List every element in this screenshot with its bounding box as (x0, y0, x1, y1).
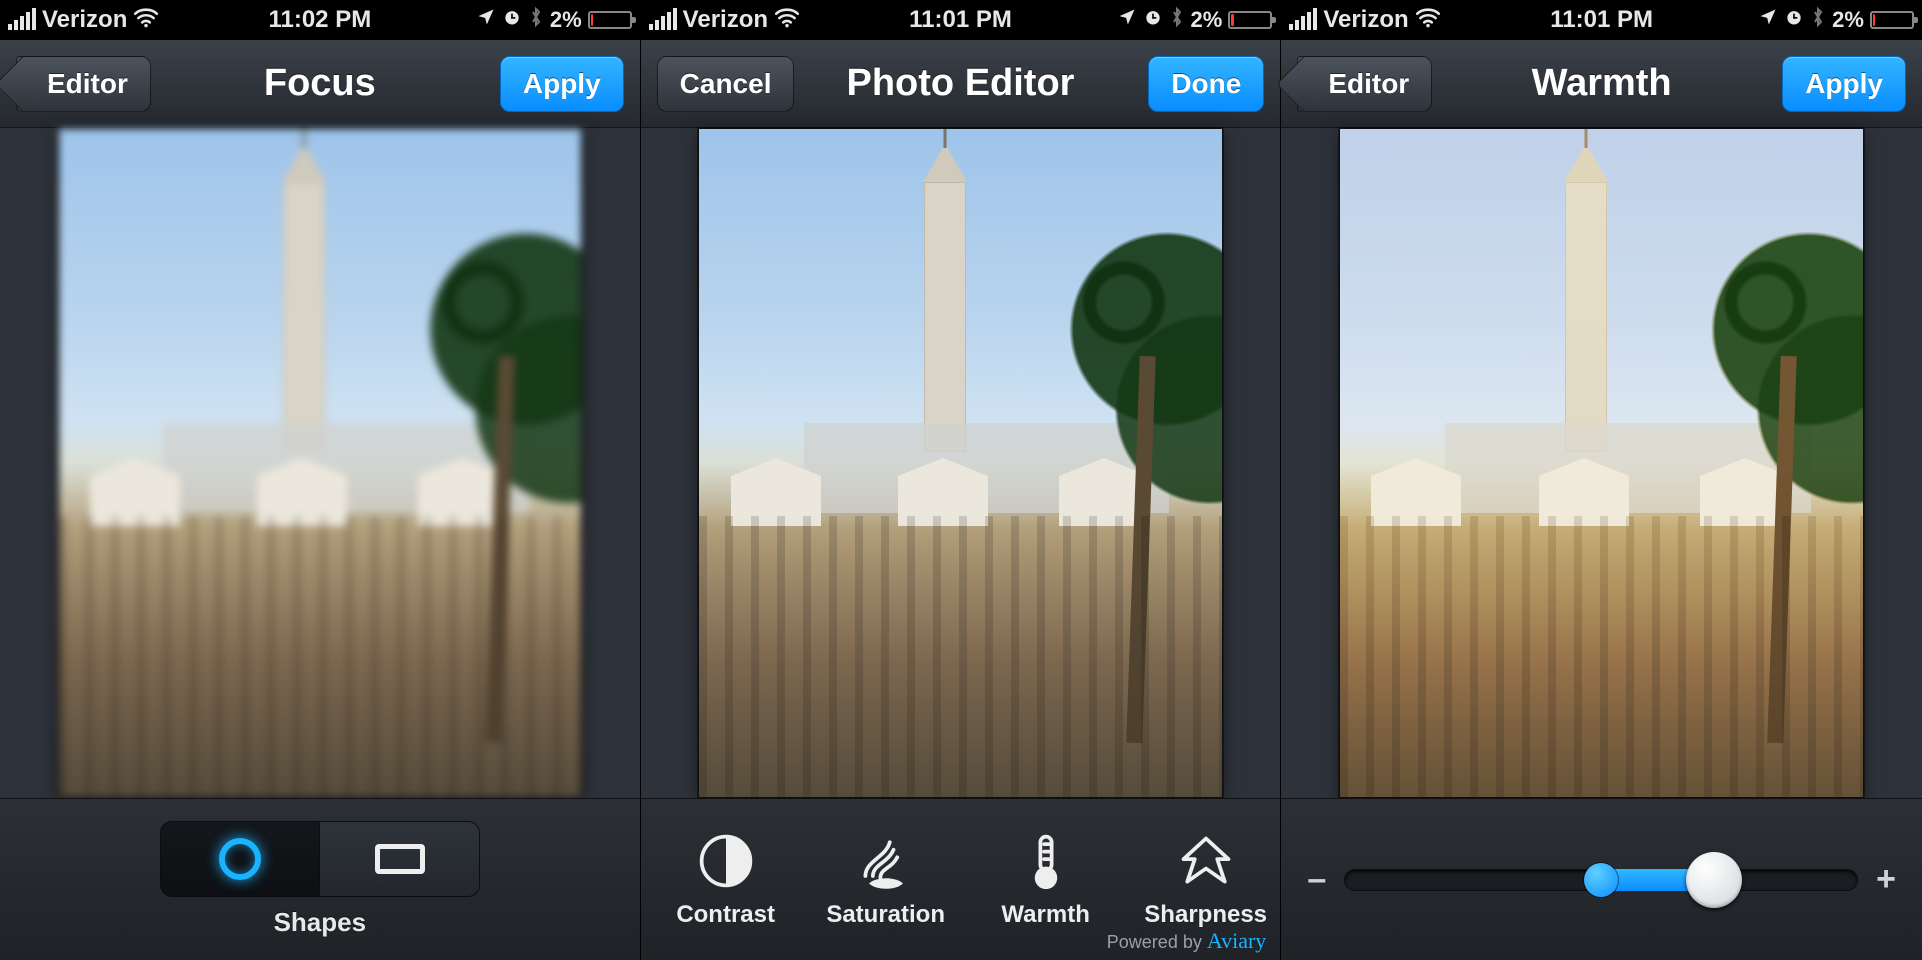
nav-bar: Editor Focus Apply (0, 40, 640, 128)
status-bar: Verizon 11:02 PM 2% (0, 0, 640, 40)
battery-percent: 2% (1191, 7, 1223, 33)
status-time: 11:01 PM (909, 6, 1012, 34)
slider-thumb[interactable] (1686, 852, 1742, 908)
nav-right-button[interactable]: Apply (1782, 56, 1906, 112)
location-icon (1758, 7, 1778, 33)
screen-2: Verizon 11:01 PM 2% Cancel Photo Editor (641, 0, 1282, 960)
carrier-label: Verizon (1323, 6, 1408, 34)
battery-icon (1228, 11, 1272, 29)
battery-percent: 2% (550, 7, 582, 33)
status-bar: Verizon 11:01 PM 2% (1281, 0, 1922, 40)
bluetooth-icon (1169, 6, 1185, 34)
nav-title: Warmth (1532, 62, 1672, 105)
warmth-slider[interactable] (1344, 866, 1858, 894)
tool-row[interactable]: Contrast Saturation Warmth Sharpness D (641, 831, 1281, 929)
battery-icon (1870, 11, 1914, 29)
nav-left-button[interactable]: Editor (1297, 56, 1432, 112)
tool-sharpness[interactable]: Sharpness (1141, 831, 1271, 929)
wifi-icon (1415, 6, 1441, 35)
status-time: 11:02 PM (268, 6, 371, 34)
alarm-icon (502, 7, 522, 33)
photo-canvas-area (1281, 128, 1922, 798)
rectangle-icon (375, 844, 425, 874)
nav-right-button[interactable]: Apply (500, 56, 624, 112)
tool-warmth[interactable]: Warmth (981, 831, 1111, 929)
location-icon (476, 7, 496, 33)
alarm-icon (1143, 7, 1163, 33)
photo-preview[interactable] (698, 128, 1223, 798)
carrier-label: Verizon (683, 6, 768, 34)
wifi-icon (774, 6, 800, 35)
wifi-icon (133, 6, 159, 35)
nav-title: Focus (264, 62, 376, 105)
alarm-icon (1784, 7, 1804, 33)
photo-canvas-area (0, 128, 640, 798)
slider-center-dot (1584, 863, 1618, 897)
bottom-bar: – + (1281, 798, 1922, 960)
location-icon (1117, 7, 1137, 33)
powered-by: Powered by Aviary (1107, 928, 1267, 954)
tool-saturation[interactable]: Saturation (821, 831, 951, 929)
nav-title: Photo Editor (847, 62, 1075, 105)
screen-3: Verizon 11:01 PM 2% Editor Warmth Appl (1281, 0, 1922, 960)
slider-minus[interactable]: – (1307, 860, 1326, 899)
tool-label: Contrast (676, 901, 775, 929)
shape-rect-button[interactable] (319, 822, 479, 896)
tool-label: Warmth (1001, 901, 1089, 929)
shape-circle-button[interactable] (161, 822, 320, 896)
status-bar: Verizon 11:01 PM 2% (641, 0, 1281, 40)
bluetooth-icon (528, 6, 544, 34)
slider-plus[interactable]: + (1876, 860, 1896, 899)
cell-signal-icon (8, 10, 36, 30)
tool-label: Saturation (826, 901, 945, 929)
circle-icon (219, 838, 261, 880)
cell-signal-icon (649, 10, 677, 30)
cell-signal-icon (1289, 10, 1317, 30)
photo-canvas-area (641, 128, 1281, 798)
screen-1: Verizon 11:02 PM 2% Editor Focus Apply (0, 0, 641, 960)
photo-preview[interactable] (1339, 128, 1864, 798)
nav-bar: Cancel Photo Editor Done (641, 40, 1281, 128)
tool-contrast[interactable]: Contrast (661, 831, 791, 929)
carrier-label: Verizon (42, 6, 127, 34)
bottom-bar: Contrast Saturation Warmth Sharpness D P… (641, 798, 1281, 960)
nav-left-button[interactable]: Editor (16, 56, 151, 112)
shape-segmented-control (160, 821, 480, 897)
nav-bar: Editor Warmth Apply (1281, 40, 1922, 128)
status-time: 11:01 PM (1550, 6, 1653, 34)
photo-preview[interactable] (58, 128, 583, 798)
nav-left-button[interactable]: Cancel (657, 56, 795, 112)
shapes-label: Shapes (274, 907, 367, 938)
battery-percent: 2% (1832, 7, 1864, 33)
bottom-bar: Shapes (0, 798, 640, 960)
bluetooth-icon (1810, 6, 1826, 34)
battery-icon (588, 11, 632, 29)
nav-right-button[interactable]: Done (1148, 56, 1264, 112)
tool-label: Sharpness (1144, 901, 1267, 929)
